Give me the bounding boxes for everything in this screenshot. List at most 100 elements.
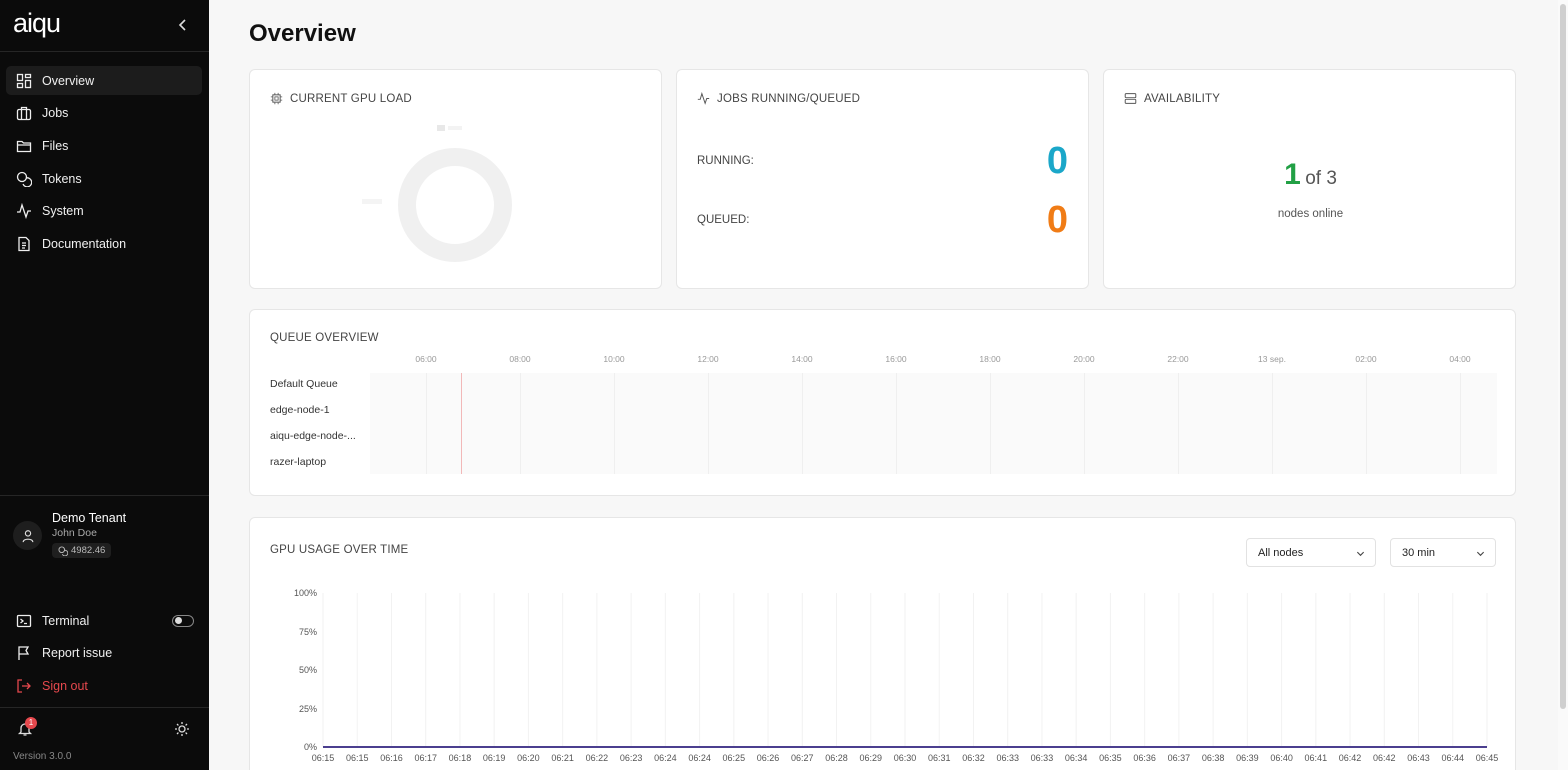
nav-label: Terminal xyxy=(42,613,90,628)
terminal-icon xyxy=(16,614,32,627)
aiqu-logo[interactable]: aiqu xyxy=(13,8,61,39)
briefcase-icon xyxy=(16,107,32,121)
nav-item-jobs[interactable]: Jobs xyxy=(6,99,202,128)
x-tick-label: 06:16 xyxy=(380,753,403,763)
x-tick-label: 06:22 xyxy=(585,753,609,763)
nav-item-report-issue[interactable]: Report issue xyxy=(6,639,202,668)
timeline-gridline xyxy=(426,373,427,474)
page-scrollbar[interactable] xyxy=(1558,0,1568,770)
timeline-tick-label: 02:00 xyxy=(1355,354,1377,364)
nav-item-documentation[interactable]: Documentation xyxy=(6,229,202,258)
x-tick-label: 06:40 xyxy=(1270,753,1293,763)
x-tick-label: 06:33 xyxy=(1030,753,1054,763)
sidebar-divider xyxy=(0,495,209,496)
x-tick-label: 06:23 xyxy=(619,753,643,763)
nav-label: Documentation xyxy=(42,236,127,251)
y-tick-label: 100% xyxy=(293,588,317,598)
x-tick-label: 06:24 xyxy=(654,753,677,763)
gpu-usage-chart xyxy=(322,593,1488,748)
main-content: Overview CURRENT GPU LOAD JOBS RUNNING/Q… xyxy=(209,0,1558,770)
notification-badge: 1 xyxy=(25,717,37,729)
scrollbar-thumb[interactable] xyxy=(1560,4,1566,709)
gpu-usage-card: GPU USAGE OVER TIME All nodes 30 min 100… xyxy=(249,517,1516,770)
timeline-gridline xyxy=(1272,373,1273,474)
x-tick-label: 06:38 xyxy=(1201,753,1225,763)
timeline-gridline xyxy=(802,373,803,474)
y-tick-label: 25% xyxy=(298,703,317,714)
user-profile[interactable]: Demo Tenant John Doe 4982.46 xyxy=(13,510,198,562)
x-tick-label: 06:26 xyxy=(756,753,780,763)
card-title: AVAILABILITY xyxy=(1124,92,1220,105)
x-tick-label: 06:25 xyxy=(722,753,746,763)
x-tick-label: 06:32 xyxy=(962,753,985,763)
x-tick-label: 06:18 xyxy=(448,753,472,763)
x-tick-label: 06:27 xyxy=(791,753,814,763)
collapse-sidebar-icon[interactable] xyxy=(176,17,190,33)
availability-subtitle: nodes online xyxy=(1277,208,1344,220)
sun-icon[interactable] xyxy=(174,721,190,737)
legend-swatch xyxy=(437,125,445,131)
timeline-now-marker xyxy=(461,373,462,474)
timeline-tick-label: 14:00 xyxy=(791,354,813,364)
timeline-tick-label: 13 sep. xyxy=(1258,354,1286,364)
queue-row-label[interactable]: aiqu-edge-node-... xyxy=(270,430,356,442)
queue-row-label[interactable]: edge-node-1 xyxy=(270,404,330,416)
queue-row-label[interactable]: razer-laptop xyxy=(270,456,326,468)
donut-ring xyxy=(398,148,512,262)
nav-label: Tokens xyxy=(42,171,82,186)
nav-item-files[interactable]: Files xyxy=(6,131,202,160)
timeline-tick-label: 06:00 xyxy=(415,354,437,364)
timeline-gridline xyxy=(896,373,897,474)
nodes-total: of 3 xyxy=(1305,168,1337,189)
nav-item-system[interactable]: System xyxy=(6,197,202,226)
server-icon xyxy=(1124,93,1137,104)
folder-icon xyxy=(16,140,32,153)
bottom-nav: Terminal Report issue Sign out xyxy=(6,606,202,704)
timeline-gridline xyxy=(708,373,709,474)
nav-label: Jobs xyxy=(42,106,69,121)
timeline-gridline xyxy=(1366,373,1367,474)
timeline-tick-label: 18:00 xyxy=(979,354,1001,364)
nav-item-sign-out[interactable]: Sign out xyxy=(6,671,202,700)
card-title: JOBS RUNNING/QUEUED xyxy=(697,92,860,105)
activity-icon xyxy=(17,203,31,220)
gpu-load-card: CURRENT GPU LOAD xyxy=(249,69,662,289)
credits-badge: 4982.46 xyxy=(52,543,112,558)
coins-icon xyxy=(58,545,68,556)
timeline-tick-label: 22:00 xyxy=(1167,354,1189,364)
queue-timeline[interactable] xyxy=(370,373,1497,474)
queue-row-label[interactable]: Default Queue xyxy=(270,378,338,390)
page-title: Overview xyxy=(249,20,356,47)
legend-label xyxy=(448,126,462,130)
user-name: John Doe xyxy=(52,527,97,539)
main-nav: Overview Jobs Files Tokens System Docume… xyxy=(6,66,202,262)
x-tick-label: 06:35 xyxy=(1099,753,1122,763)
terminal-toggle[interactable] xyxy=(172,614,194,627)
timeline-gridline xyxy=(1084,373,1085,474)
flag-icon xyxy=(18,646,30,661)
running-label: RUNNING: xyxy=(697,155,754,167)
queued-count: 0 xyxy=(1046,199,1068,241)
nav-item-terminal[interactable]: Terminal xyxy=(6,606,202,635)
nav-label: Report issue xyxy=(42,646,113,661)
activity-icon xyxy=(697,92,710,105)
running-count: 0 xyxy=(1046,140,1068,182)
timeline-gridline xyxy=(1460,373,1461,474)
sign-out-icon xyxy=(17,679,31,693)
x-tick-label: 06:24 xyxy=(688,753,711,763)
x-tick-label: 06:36 xyxy=(1133,753,1156,763)
x-tick-label: 06:42 xyxy=(1338,753,1362,763)
tenant-name: Demo Tenant xyxy=(52,511,127,525)
availability-card: AVAILABILITY 1 of 3 nodes online xyxy=(1103,69,1516,289)
nav-item-tokens[interactable]: Tokens xyxy=(6,164,202,193)
nav-label: System xyxy=(42,204,84,219)
timeline-gridline xyxy=(1178,373,1179,474)
nav-item-overview[interactable]: Overview xyxy=(6,66,202,95)
x-tick-label: 06:42 xyxy=(1373,753,1396,763)
x-tick-label: 06:15 xyxy=(345,753,369,763)
x-tick-label: 06:39 xyxy=(1236,753,1259,763)
version-label: Version 3.0.0 xyxy=(13,751,72,762)
x-tick-label: 06:34 xyxy=(1064,753,1088,763)
jobs-card: JOBS RUNNING/QUEUED RUNNING: 0 QUEUED: 0 xyxy=(676,69,1089,289)
nav-label: Sign out xyxy=(42,678,88,693)
